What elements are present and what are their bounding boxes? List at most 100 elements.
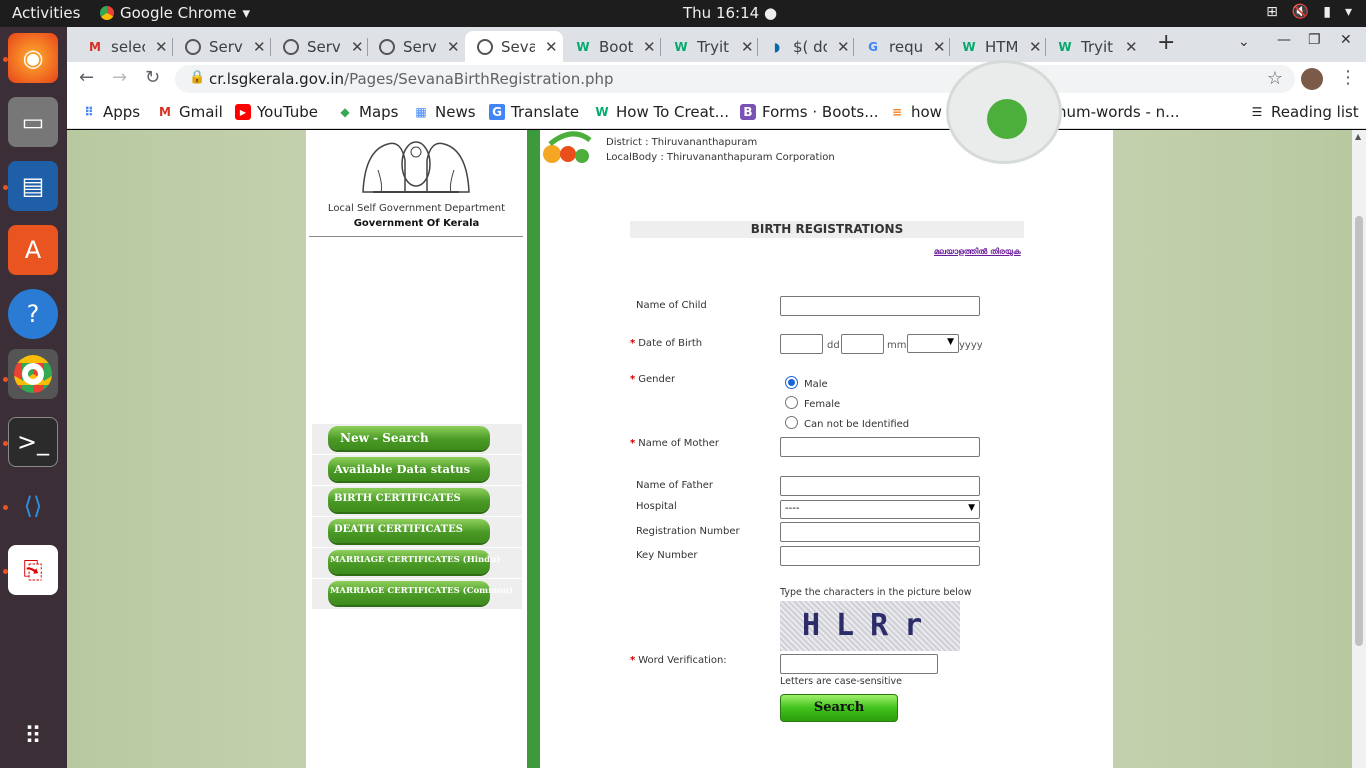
avatar[interactable]	[1301, 68, 1323, 90]
bookmark-translate[interactable]: G Translate	[489, 103, 579, 121]
close-icon[interactable]: ✕	[545, 38, 558, 56]
dob-month-input[interactable]	[841, 334, 884, 354]
globe-icon	[379, 38, 395, 55]
writer-icon[interactable]: ▤	[8, 161, 58, 211]
tab-title: selec	[111, 37, 145, 56]
vscode-icon[interactable]: ⟨⟩	[8, 481, 58, 531]
father-name-input[interactable]	[780, 476, 980, 496]
tab-title: Boot	[599, 37, 633, 56]
key-number-input[interactable]	[780, 546, 980, 566]
menu-birth-certificates[interactable]: BIRTH CERTIFICATES	[328, 488, 490, 512]
network-icon: ⊞	[1266, 4, 1278, 20]
tab-title: Servi	[403, 37, 437, 56]
bookmark-apps[interactable]: ⠿ Apps	[81, 103, 140, 121]
close-icon[interactable]: ✕	[933, 38, 946, 56]
gender-male-radio[interactable]	[785, 376, 798, 389]
menu-marriage-certificates-common[interactable]: MARRIAGE CERTIFICATES (Common)	[328, 581, 513, 605]
main-panel: District : Thiruvananthapuram LocalBody …	[540, 60, 1113, 768]
gmail-icon: M	[89, 39, 101, 54]
dd-label: dd	[827, 340, 840, 351]
tab[interactable]: W HTM ✕	[949, 31, 1042, 62]
pdf-viewer-icon[interactable]: ⎘	[8, 545, 58, 595]
close-icon[interactable]: ✕	[351, 38, 364, 56]
tab[interactable]: Servi ✕	[367, 31, 460, 62]
close-icon[interactable]: ✕	[643, 38, 656, 56]
dock: ◉ ▭ ▤ A ? >_ ⟨⟩ ⎘ ⠿	[0, 27, 67, 768]
terminal-icon[interactable]: >_	[8, 417, 58, 467]
lock-icon[interactable]: 🔒	[189, 70, 205, 85]
bookmark-youtube[interactable]: ▶ YouTube	[235, 103, 318, 121]
tab[interactable]: Grequ ✕	[853, 31, 946, 62]
sevana-logo-icon	[543, 131, 592, 163]
new-tab-button[interactable]: +	[1157, 30, 1175, 55]
word-verification-input[interactable]	[780, 654, 938, 674]
registration-number-input[interactable]	[780, 522, 980, 542]
hospital-select[interactable]: ---- ▼	[780, 500, 980, 519]
tab[interactable]: Servi ✕	[173, 31, 266, 62]
scroll-up-icon[interactable]: ▲	[1355, 132, 1361, 141]
gender-female-label: Female	[804, 399, 841, 410]
tab[interactable]: ◗ $( do ✕	[757, 31, 850, 62]
close-icon[interactable]: ✕	[1125, 38, 1138, 56]
clock[interactable]: Thu 16:14 ●	[683, 4, 777, 22]
menu-available-data-status[interactable]: Available Data status	[328, 457, 490, 481]
tab[interactable]: W Tryit ✕	[1045, 31, 1138, 62]
bookmark-gmail[interactable]: M Gmail	[157, 103, 223, 121]
apps-grid-icon: ⠿	[84, 105, 94, 119]
bookmark-how-to-create[interactable]: W How To Creat...	[594, 103, 729, 121]
tab[interactable]: Servi ✕	[271, 31, 364, 62]
activities-button[interactable]: Activities	[12, 4, 80, 22]
menu-icon[interactable]: ⋮	[1339, 67, 1357, 88]
volume-icon: 🔇	[1291, 4, 1310, 20]
url-text[interactable]: cr.lsgkerala.gov.in/Pages/SevanaBirthReg…	[209, 70, 614, 88]
help-icon[interactable]: ?	[8, 289, 58, 339]
menu-death-certificates[interactable]: DEATH CERTIFICATES	[328, 519, 490, 543]
files-icon[interactable]: ▭	[8, 97, 58, 147]
gender-female-radio[interactable]	[785, 396, 798, 409]
bookmark-label: News	[435, 103, 476, 121]
search-button[interactable]: Search	[780, 694, 898, 722]
bookmark-maps[interactable]: ◆ Maps	[337, 103, 398, 121]
forward-icon[interactable]: →	[112, 67, 127, 88]
gender-unidentified-radio[interactable]	[785, 416, 798, 429]
tab[interactable]: Mselec ✕	[75, 31, 168, 62]
dob-year-select[interactable]: ▼	[907, 334, 959, 353]
system-tray[interactable]: ⊞ 🔇 ▮ ▾	[1266, 4, 1352, 20]
menu-marriage-certificates-hindu[interactable]: MARRIAGE CERTIFICATES (Hindu)	[328, 550, 500, 574]
close-window-button[interactable]: ✕	[1340, 32, 1352, 48]
show-apps-icon[interactable]: ⠿	[8, 711, 58, 761]
reload-icon[interactable]: ↻	[145, 67, 160, 88]
app-menu[interactable]: Google Chrome ▾	[100, 4, 250, 22]
close-icon[interactable]: ✕	[1029, 38, 1042, 56]
address-bar[interactable]: 🔒 cr.lsgkerala.gov.in/Pages/SevanaBirthR…	[175, 65, 1295, 93]
scrollbar-thumb[interactable]	[1355, 216, 1363, 646]
chrome-icon[interactable]	[8, 349, 58, 399]
reading-list[interactable]: ☰ Reading list	[1249, 103, 1359, 121]
tab-search-icon[interactable]: ⌄	[1238, 34, 1250, 50]
back-icon[interactable]: ←	[79, 67, 94, 88]
malayalam-search-link[interactable]: മലയാളത്തിൽ തിരയുക	[934, 247, 1021, 257]
close-icon[interactable]: ✕	[253, 38, 266, 56]
tab-active[interactable]: Seva ✕	[465, 31, 563, 62]
localbody-label: LocalBody : Thiruvananthapuram Corporati…	[606, 152, 835, 163]
maximize-button[interactable]: ❐	[1308, 32, 1321, 48]
menu-new-search[interactable]: New - Search	[328, 426, 490, 450]
close-icon[interactable]: ✕	[837, 38, 850, 56]
w-icon: W	[595, 105, 609, 119]
bookmark-star-icon[interactable]: ☆	[1267, 68, 1283, 89]
date-of-birth-label: * Date of Birth	[630, 338, 703, 349]
mother-name-input[interactable]	[780, 437, 980, 457]
close-icon[interactable]: ✕	[741, 38, 754, 56]
close-icon[interactable]: ✕	[447, 38, 460, 56]
firefox-icon[interactable]: ◉	[8, 33, 58, 83]
bookmark-forms-bootstrap[interactable]: B Forms · Boots...	[740, 103, 879, 121]
name-of-child-input[interactable]	[780, 296, 980, 316]
tab[interactable]: W Tryit ✕	[661, 31, 754, 62]
dob-day-input[interactable]	[780, 334, 823, 354]
bookmark-news[interactable]: ▦ News	[413, 103, 476, 121]
minimize-button[interactable]: —	[1277, 32, 1291, 48]
software-icon[interactable]: A	[8, 225, 58, 275]
tab[interactable]: W Boot ✕	[563, 31, 656, 62]
close-icon[interactable]: ✕	[155, 38, 168, 56]
page-scrollbar[interactable]: ▲	[1352, 130, 1366, 768]
